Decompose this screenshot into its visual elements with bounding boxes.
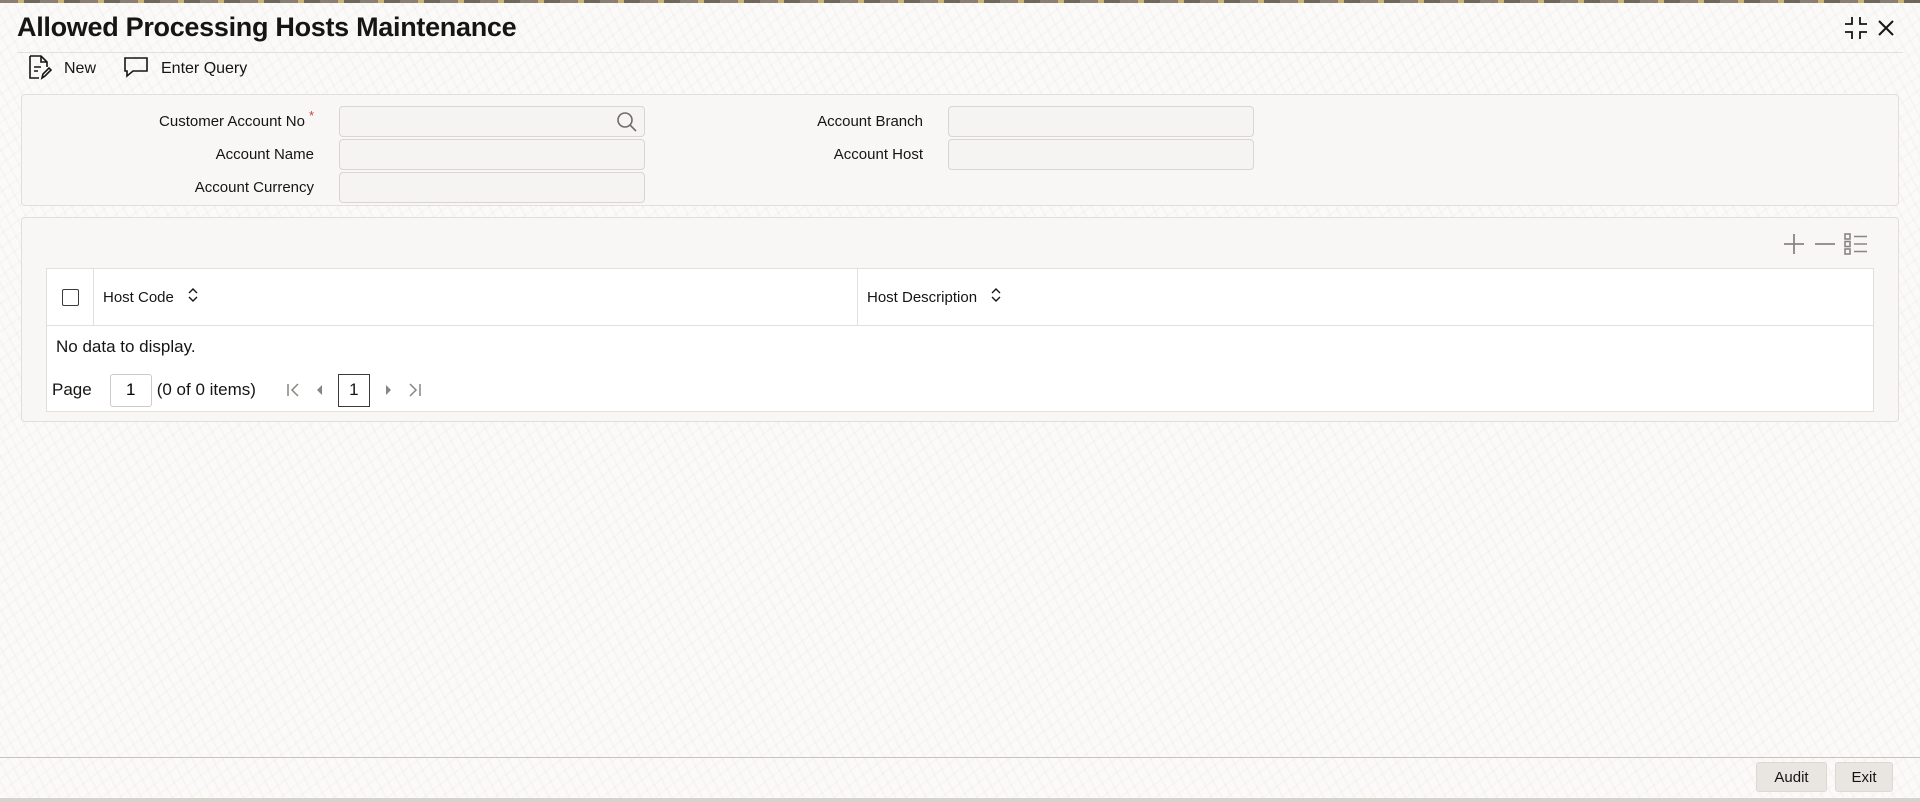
pagination: Page (0 of 0 items) 1: [52, 373, 428, 407]
account-currency-label: Account Currency: [194, 179, 314, 196]
collapse-icon[interactable]: [1842, 14, 1870, 42]
add-row-icon[interactable]: [1780, 230, 1808, 258]
customer-account-no-field[interactable]: [339, 106, 645, 137]
account-branch-input: [949, 107, 1253, 136]
no-data-message: No data to display.: [56, 337, 196, 356]
title-divider: [17, 52, 1903, 53]
previous-page-icon[interactable]: [306, 375, 332, 405]
enter-query-button[interactable]: Enter Query: [123, 54, 247, 84]
top-decorative-strip: [0, 0, 1920, 3]
account-host-input: [949, 140, 1253, 169]
remove-row-icon[interactable]: [1808, 230, 1842, 258]
search-icon[interactable]: [616, 111, 638, 138]
account-name-field: [339, 139, 645, 170]
page-number-input[interactable]: [109, 373, 152, 407]
host-description-column-header[interactable]: Host Description: [858, 269, 1001, 326]
first-page-icon[interactable]: [280, 375, 306, 405]
speech-bubble-icon: [123, 55, 149, 84]
last-page-icon[interactable]: [402, 375, 428, 405]
host-description-header-label: Host Description: [867, 288, 978, 306]
close-icon[interactable]: [1872, 14, 1900, 42]
current-page-button[interactable]: 1: [337, 373, 370, 407]
items-summary: (0 of 0 items): [156, 380, 256, 399]
account-branch-label: Account Branch: [817, 113, 923, 130]
audit-button[interactable]: Audit: [1756, 762, 1827, 792]
table-header: Host Code Host Description: [47, 268, 1873, 326]
account-name-label: Account Name: [215, 146, 314, 163]
single-record-view-icon[interactable]: [1842, 230, 1870, 258]
customer-account-no-input[interactable]: [340, 107, 644, 136]
select-all-checkbox[interactable]: [61, 288, 79, 306]
next-page-icon[interactable]: [376, 375, 402, 405]
new-button[interactable]: New: [28, 54, 96, 84]
select-all-cell: [47, 268, 94, 326]
customer-account-no-label: Customer Account No *: [159, 108, 314, 130]
account-host-label: Account Host: [833, 146, 923, 163]
exit-button[interactable]: Exit: [1835, 762, 1893, 792]
new-document-icon: [28, 54, 53, 85]
account-currency-input: [340, 173, 644, 202]
hosts-table: Host Code Host Description No data to di…: [46, 268, 1874, 412]
sort-icon[interactable]: [991, 288, 1001, 306]
account-currency-field: [339, 172, 645, 203]
page-label: Page: [52, 380, 92, 399]
account-branch-field: [948, 106, 1254, 137]
host-code-header-label: Host Code: [103, 288, 174, 306]
enter-query-label: Enter Query: [161, 60, 248, 77]
grid-toolbar: [1780, 230, 1870, 258]
new-button-label: New: [64, 60, 97, 77]
bottom-strip: [0, 798, 1920, 802]
host-code-column-header[interactable]: Host Code: [94, 268, 858, 326]
page-title: Allowed Processing Hosts Maintenance: [17, 12, 517, 42]
required-marker: *: [308, 108, 314, 123]
sort-icon[interactable]: [188, 288, 198, 306]
footer-divider: [0, 757, 1920, 758]
account-host-field: [948, 139, 1254, 170]
account-name-input: [340, 140, 644, 169]
